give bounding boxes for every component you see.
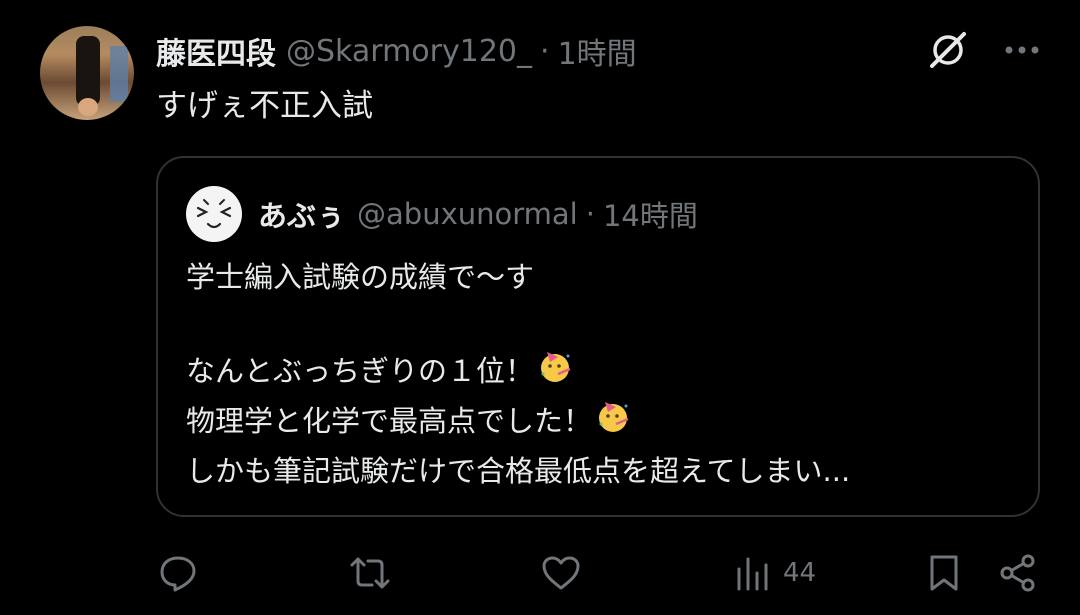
quoted-line-row: なんとぶっちぎりの１位！ [186, 348, 850, 398]
avatar-background-shape [110, 46, 128, 102]
partying-face-emoji [538, 348, 574, 398]
quoted-line: 物理学と化学で最高点でした！ [186, 404, 593, 438]
bookmark-button[interactable] [926, 545, 962, 601]
author-name[interactable]: 藤医四段 [156, 29, 276, 73]
quoted-tweet-header: あぶぅ @abuxunormal · 14時間 [258, 192, 698, 236]
tweet-time[interactable]: 1時間 [558, 29, 637, 73]
tweet-top-actions [926, 28, 1040, 72]
bookmark-icon [926, 553, 962, 593]
views-button[interactable]: 44 [735, 545, 816, 601]
retweet-button[interactable] [348, 545, 392, 601]
quoted-line-row: 物理学と化学で最高点でした！ [186, 398, 850, 448]
views-icon [735, 553, 771, 593]
author-avatar[interactable] [40, 26, 134, 120]
reply-button[interactable] [158, 545, 198, 601]
views-count: 44 [783, 558, 817, 588]
quoted-line: 学士編入試験の成績で〜す [186, 260, 535, 294]
author-handle[interactable]: @Skarmory120_ [286, 34, 532, 69]
quoted-author-name: あぶぅ [258, 199, 346, 233]
quoted-author-handle: @abuxunormal [357, 197, 578, 231]
quoted-blank-line [186, 301, 850, 348]
like-button[interactable] [540, 545, 582, 601]
tweet-header: 藤医四段 @Skarmory120_ · 1時間 [156, 26, 637, 76]
grok-icon[interactable] [926, 28, 970, 72]
quoted-line: なんとぶっちぎりの１位！ [186, 354, 535, 388]
quoted-line: しかも筆記試験だけで合格最低点を超えてしまい... [186, 454, 851, 488]
more-icon[interactable] [1004, 44, 1040, 56]
avatar-figure [76, 36, 100, 106]
separator-dot: · [540, 33, 550, 69]
share-button[interactable] [998, 545, 1038, 601]
quoted-tweet-text: 学士編入試験の成績で〜す なんとぶっちぎりの１位！ 物理学と化学で最高点でした！… [186, 254, 850, 495]
retweet-icon [348, 553, 392, 593]
tweet-text: すげぇ不正入試 [156, 88, 373, 124]
reply-icon [158, 553, 198, 593]
tweet-action-bar: 44 [0, 545, 1080, 601]
separator-dot: · [585, 197, 595, 231]
avatar-face [78, 98, 98, 116]
like-icon [540, 553, 582, 593]
quoted-tweet-card[interactable]: あぶぅ @abuxunormal · 14時間 学士編入試験の成績で〜す なんと… [156, 156, 1040, 517]
partying-face-emoji [596, 398, 632, 448]
quoted-avatar-face [187, 187, 241, 241]
share-icon [998, 553, 1038, 593]
quoted-author-avatar[interactable] [186, 186, 242, 242]
quoted-tweet-time: 14時間 [602, 199, 698, 233]
